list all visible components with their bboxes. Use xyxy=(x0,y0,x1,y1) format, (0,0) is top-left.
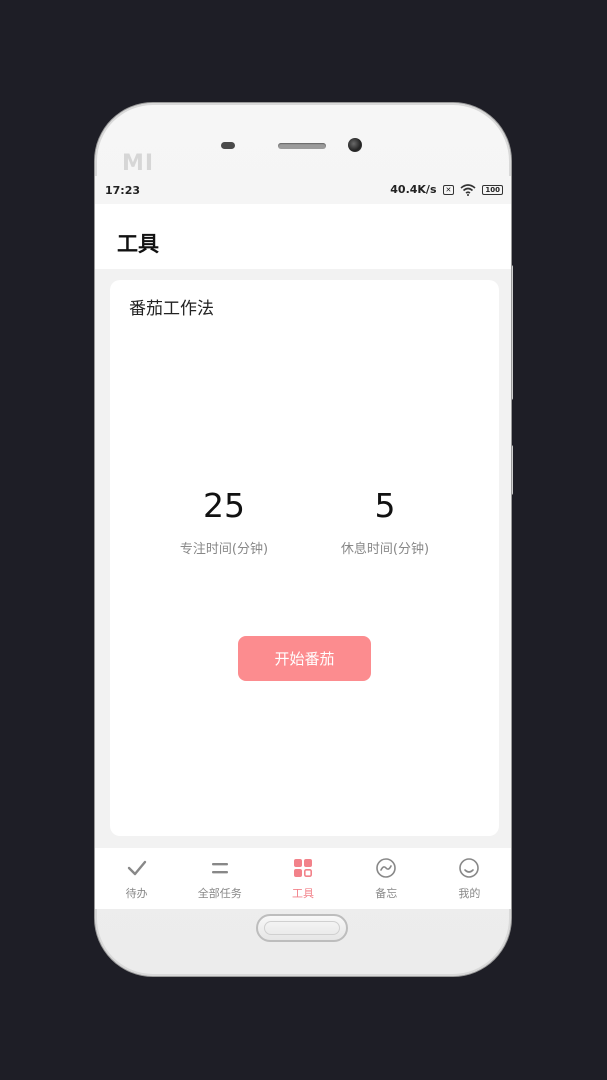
focus-time-stat[interactable]: 25 专注时间(分钟) xyxy=(144,486,304,557)
nav-label: 我的 xyxy=(458,887,481,900)
sim-icon: ✕ xyxy=(442,184,455,195)
nav-item-all-tasks[interactable]: 全部任务 xyxy=(178,848,261,909)
brand-logo: MI xyxy=(122,151,155,176)
focus-time-label: 专注时间(分钟) xyxy=(179,542,269,557)
status-time: 17:23 xyxy=(105,184,141,197)
start-pomodoro-button[interactable]: 开始番茄 xyxy=(238,636,371,681)
smile-icon xyxy=(459,858,480,878)
front-camera xyxy=(348,138,362,152)
pomodoro-card: 番茄工作法 25 专注时间(分钟) 5 休息时间(分钟) 开始番茄 xyxy=(110,280,499,836)
status-bar: 17:23 40.4K/s ✕ 100 xyxy=(95,176,511,204)
nav-item-todo[interactable]: 待办 xyxy=(95,848,178,909)
phone-frame: MI 17:23 40.4K/s ✕ 100 工具 番茄工作法 25 专注时间(… xyxy=(95,103,511,976)
nav-label: 全部任务 xyxy=(197,887,242,900)
wifi-icon xyxy=(460,183,476,196)
network-speed: 40.4K/s xyxy=(390,183,437,196)
nav-label: 备忘 xyxy=(375,887,398,900)
card-title: 番茄工作法 xyxy=(129,299,214,319)
grid-icon xyxy=(294,859,313,878)
nav-item-tools[interactable]: 工具 xyxy=(261,848,344,909)
bottom-nav: 待办 全部任务 工具 备忘 我的 xyxy=(95,848,511,909)
nav-label: 待办 xyxy=(125,887,148,900)
rest-time-value: 5 xyxy=(374,486,396,525)
battery-icon: 100 xyxy=(482,184,503,195)
battery-level: 100 xyxy=(485,185,500,194)
page-title: 工具 xyxy=(117,232,159,256)
app-screen: 17:23 40.4K/s ✕ 100 工具 番茄工作法 25 专注时间(分钟)… xyxy=(95,176,511,909)
nav-label: 工具 xyxy=(292,887,314,900)
nav-item-mine[interactable]: 我的 xyxy=(428,848,511,909)
list-icon xyxy=(211,863,228,874)
focus-time-value: 25 xyxy=(203,486,245,525)
nav-item-memo[interactable]: 备忘 xyxy=(345,848,428,909)
status-indicators: 40.4K/s ✕ 100 xyxy=(390,183,503,196)
earpiece-speaker xyxy=(278,143,326,149)
proximity-sensor xyxy=(221,142,235,149)
rest-time-label: 休息时间(分钟) xyxy=(340,542,430,557)
memo-icon xyxy=(376,858,397,878)
home-button[interactable] xyxy=(256,914,348,942)
check-icon xyxy=(127,860,146,876)
rest-time-stat[interactable]: 5 休息时间(分钟) xyxy=(305,486,465,557)
app-header: 工具 xyxy=(95,204,511,269)
home-button-inner xyxy=(264,921,340,935)
